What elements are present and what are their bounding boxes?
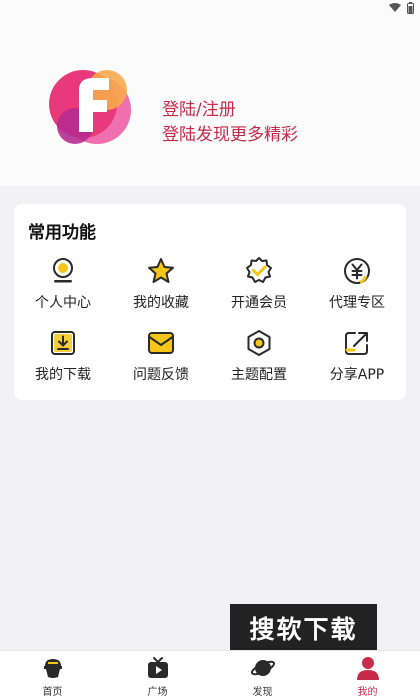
tab-label: 发现: [252, 687, 273, 698]
theme-icon: [247, 330, 271, 356]
function-theme[interactable]: 主题配置: [210, 328, 308, 400]
section-title: 常用功能: [28, 223, 96, 243]
vip-badge-icon: [246, 257, 272, 283]
watermark: 搜软下载: [230, 604, 377, 652]
tab-mine[interactable]: 我的: [315, 651, 420, 700]
tab-square[interactable]: 广场: [105, 651, 210, 700]
function-vip[interactable]: 开通会员: [210, 256, 308, 328]
tab-home[interactable]: 首页: [0, 651, 105, 700]
login-subtitle: 登陆发现更多精彩: [162, 125, 298, 145]
tab-label: 首页: [42, 687, 63, 698]
profile-icon: [356, 657, 379, 680]
tab-label: 广场: [147, 687, 168, 698]
function-label: 个人中心: [35, 295, 91, 311]
tv-icon: [147, 657, 168, 678]
tab-label: 我的: [357, 687, 378, 698]
battery-icon: [407, 2, 414, 14]
function-user-center[interactable]: 个人中心: [14, 256, 112, 328]
common-functions-card: 常用功能 个人中心 我的收藏 开通会员 代理专区 我的下载 问题反馈 主题配置 …: [14, 204, 406, 400]
function-favorites[interactable]: 我的收藏: [112, 256, 210, 328]
tab-discover[interactable]: 发现: [210, 651, 315, 700]
function-label: 我的收藏: [133, 295, 189, 311]
login-prompt[interactable]: 登陆/注册 登陆发现更多精彩: [162, 98, 298, 148]
function-label: 开通会员: [231, 295, 287, 311]
function-agent-zone[interactable]: 代理专区: [308, 256, 406, 328]
app-logo: [49, 70, 131, 144]
function-label: 问题反馈: [133, 367, 189, 383]
download-icon: [51, 331, 75, 355]
functions-grid: 个人中心 我的收藏 开通会员 代理专区 我的下载 问题反馈 主题配置 分享APP: [14, 256, 406, 396]
login-register-link[interactable]: 登陆/注册: [162, 98, 298, 123]
function-downloads[interactable]: 我的下载: [14, 328, 112, 400]
status-icons: [389, 2, 414, 14]
home-icon: [43, 659, 62, 678]
feedback-icon: [148, 332, 174, 354]
function-label: 代理专区: [329, 295, 385, 311]
status-bar: [0, 0, 420, 18]
function-share[interactable]: 分享APP: [308, 328, 406, 400]
yuan-icon: [344, 258, 370, 284]
share-icon: [345, 332, 368, 355]
profile-header[interactable]: 登陆/注册 登陆发现更多精彩: [0, 18, 420, 186]
function-label: 主题配置: [231, 367, 287, 383]
function-label: 分享APP: [329, 367, 385, 383]
bottom-tab-bar: 首页 广场 发现 我的: [0, 650, 420, 700]
wifi-icon: [389, 3, 401, 12]
user-center-icon: [53, 258, 73, 283]
star-icon: [148, 258, 174, 283]
planet-icon: [250, 660, 275, 676]
function-label: 我的下载: [35, 367, 91, 383]
function-feedback[interactable]: 问题反馈: [112, 328, 210, 400]
